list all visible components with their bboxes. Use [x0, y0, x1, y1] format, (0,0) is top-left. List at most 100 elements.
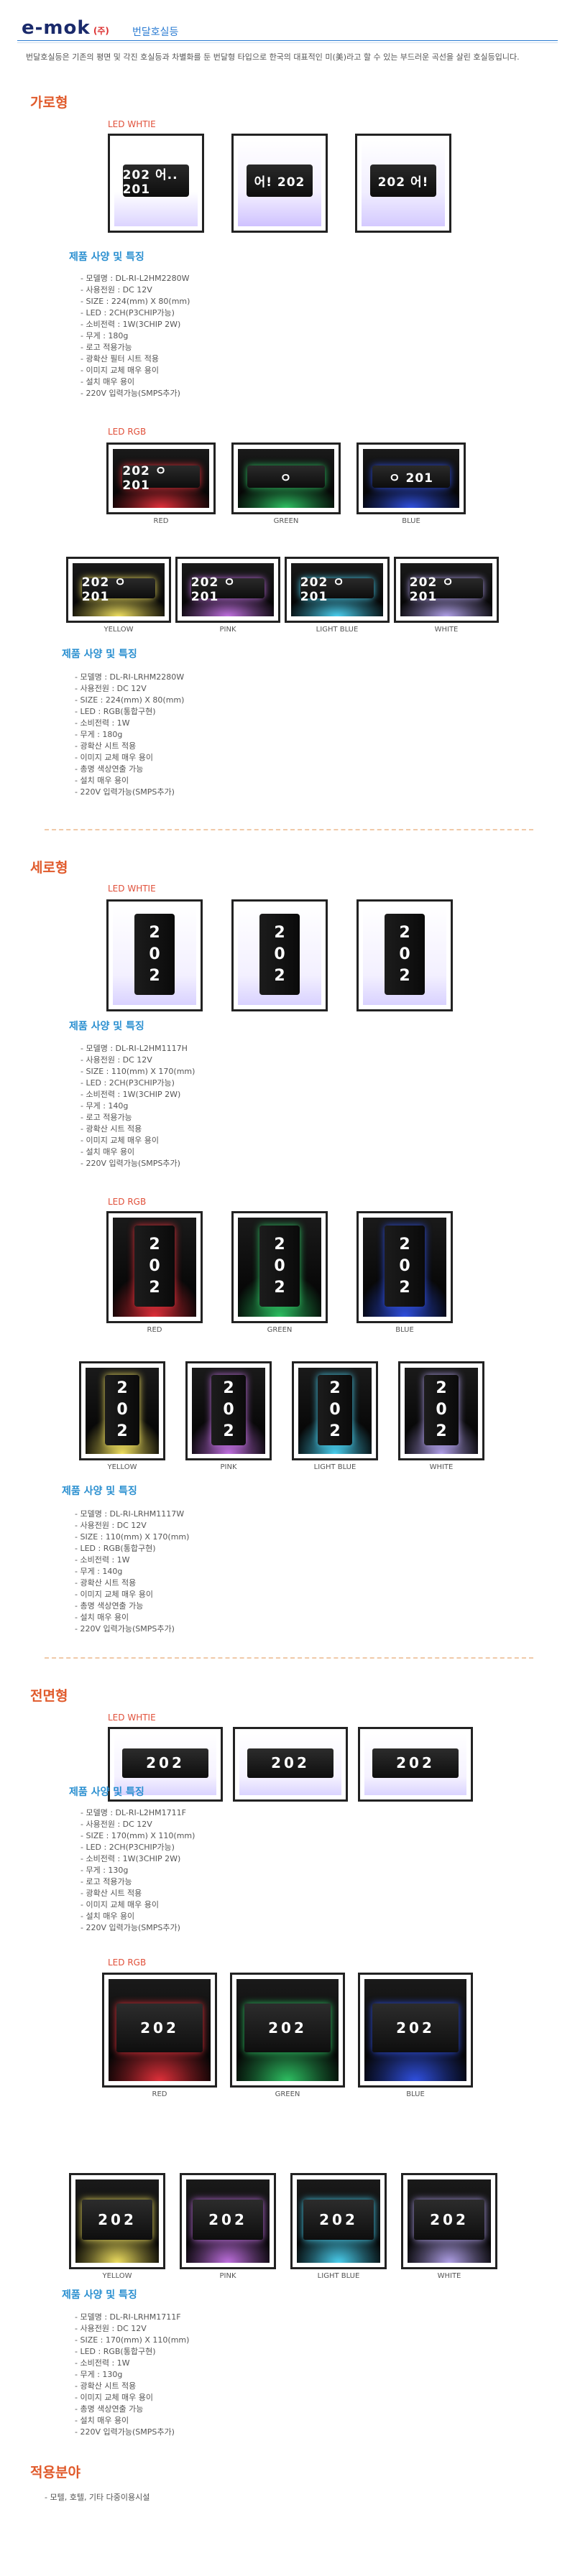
sero-rgb-top-sign-2: 202	[259, 1226, 300, 1307]
garo-white-sign-1: 202 어.. 201	[122, 164, 190, 198]
spec-title-jeonmyeon-rgb: 제품 사양 및 특징	[62, 2289, 137, 2301]
led-rgb-label-jeonmyeon: LED RGB	[108, 1958, 147, 1968]
jeonmyeon-rgb-top-photo-1: 202	[102, 1973, 217, 2088]
sero-rgb-bottom-caption-1: YELLOW	[107, 1463, 137, 1471]
sero-rgb-top-sign-3: 202	[385, 1226, 425, 1307]
sero-rgb-bottom-sign-4: 202	[423, 1374, 459, 1445]
garo-rgb-bottom-photo-1: 202 ㅇ 201	[66, 557, 171, 623]
spec-list-garo-white: - 모델명 : DL-RI-L2HM2280W - 사용전원 : DC 12V …	[80, 274, 190, 398]
sero-rgb-bottom-sign-3: 202	[317, 1374, 353, 1445]
section-divider-1	[45, 829, 533, 830]
sero-rgb-top-caption-3: BLUE	[395, 1326, 414, 1334]
jeonmyeon-white-sign-3: 202	[372, 1748, 459, 1778]
jeonmyeon-rgb-bottom-sign-1: 202	[82, 2199, 152, 2240]
garo-rgb-bottom-sign-1: 202 ㅇ 201	[81, 575, 156, 604]
garo-rgb-top-caption-2: GREEN	[273, 517, 299, 525]
jeonmyeon-rgb-bottom-caption-1: YELLOW	[102, 2272, 132, 2280]
garo-rgb-bottom-caption-4: WHITE	[434, 626, 459, 634]
led-white-label-sero: LED WHTIE	[108, 884, 156, 894]
jeonmyeon-rgb-bottom-sign-3: 202	[303, 2199, 374, 2240]
jeonmyeon-white-photo-2: 202	[233, 1727, 348, 1802]
intro-text: 번달호실등은 기존의 평면 및 각진 호실등과 차별화를 둔 번달형 타입으로 …	[26, 52, 520, 62]
garo-rgb-bottom-sign-2: 202 ㅇ 201	[190, 575, 265, 604]
header-divider	[17, 40, 558, 41]
jeonmyeon-rgb-bottom-photo-2: 202	[180, 2173, 276, 2269]
garo-rgb-bottom-sign-3: 202 ㅇ 201	[300, 575, 374, 604]
jeonmyeon-rgb-bottom-photo-1: 202	[69, 2173, 165, 2269]
jeonmyeon-white-sign-1: 202	[122, 1748, 208, 1778]
sero-white-photo-2: 202	[231, 899, 328, 1011]
section-divider-2	[45, 1657, 533, 1659]
garo-rgb-bottom-photo-3: 202 ㅇ 201	[285, 557, 390, 623]
garo-rgb-top-glow-2	[238, 484, 334, 508]
garo-rgb-top-caption-1: RED	[153, 517, 169, 525]
sero-rgb-top-photo-1: 202	[106, 1211, 203, 1323]
jeonmyeon-rgb-bottom-photo-3: 202	[290, 2173, 387, 2269]
jeonmyeon-rgb-bottom-caption-3: LIGHT BLUE	[317, 2272, 360, 2280]
led-rgb-label-sero: LED RGB	[108, 1197, 147, 1207]
garo-rgb-bottom-sign-4: 202 ㅇ 201	[409, 575, 484, 604]
sero-rgb-top-sign-1: 202	[134, 1226, 175, 1307]
garo-white-photo-3: 202 어!	[355, 134, 451, 233]
sero-rgb-bottom-photo-4: 202	[398, 1361, 484, 1460]
sero-rgb-top-photo-3: 202	[356, 1211, 453, 1323]
spec-title-sero-rgb: 제품 사양 및 특징	[62, 1486, 137, 1497]
section-title-sero: 세로형	[30, 860, 68, 876]
jeonmyeon-rgb-top-caption-2: GREEN	[275, 2090, 300, 2098]
garo-rgb-top-photo-3: ㅇ 201	[356, 443, 466, 514]
header-divider-light	[17, 42, 558, 43]
led-rgb-label-garo: LED RGB	[108, 427, 147, 437]
garo-rgb-top-sign-2: ㅇ	[247, 465, 325, 488]
garo-white-photo-1: 202 어.. 201	[108, 134, 204, 233]
jeonmyeon-rgb-top-sign-3: 202	[372, 2003, 459, 2053]
garo-white-sign-2: 어! 202	[246, 164, 313, 198]
jeonmyeon-rgb-top-sign-1: 202	[116, 2003, 203, 2053]
jeonmyeon-rgb-top-caption-1: RED	[152, 2090, 167, 2098]
jeonmyeon-rgb-top-caption-3: BLUE	[406, 2090, 425, 2098]
sero-rgb-bottom-photo-2: 202	[185, 1361, 272, 1460]
garo-rgb-top-sign-3: ㅇ 201	[372, 465, 450, 488]
jeonmyeon-rgb-top-photo-3: 202	[358, 1973, 473, 2088]
jeonmyeon-rgb-top-photo-2: 202	[230, 1973, 345, 2088]
jeonmyeon-rgb-bottom-photo-4: 202	[401, 2173, 497, 2269]
sero-rgb-bottom-photo-1: 202	[79, 1361, 165, 1460]
applications-title: 적용분야	[30, 2465, 80, 2480]
sero-rgb-bottom-caption-3: LIGHT BLUE	[313, 1463, 356, 1471]
jeonmyeon-rgb-bottom-sign-2: 202	[193, 2199, 263, 2240]
sero-white-sign-2: 202	[259, 914, 300, 996]
sero-rgb-bottom-sign-1: 202	[104, 1374, 140, 1445]
sero-white-sign-3: 202	[385, 914, 425, 996]
garo-rgb-top-sign-1: 202 ㅇ 201	[122, 464, 200, 493]
jeonmyeon-white-photo-3: 202	[358, 1727, 473, 1802]
sero-rgb-top-photo-2: 202	[231, 1211, 328, 1323]
section-title-garo: 가로형	[30, 95, 68, 111]
sero-rgb-bottom-photo-3: 202	[292, 1361, 378, 1460]
applications-text: - 모텔, 호텔, 기타 다중이용시설	[45, 2493, 150, 2502]
jeonmyeon-rgb-bottom-caption-4: WHITE	[437, 2272, 461, 2280]
garo-white-sign-3: 202 어!	[369, 164, 437, 198]
section-title-jeonmyeon: 전면형	[30, 1688, 68, 1704]
sero-white-photo-3: 202	[356, 899, 453, 1011]
spec-list-sero-rgb: - 모델명 : DL-RI-LRHM1117W - 사용전원 : DC 12V …	[75, 1509, 190, 1634]
garo-rgb-bottom-caption-3: LIGHT BLUE	[316, 626, 359, 634]
sero-rgb-bottom-sign-2: 202	[211, 1374, 247, 1445]
page-title: 번달호실등	[132, 27, 179, 38]
sero-rgb-top-caption-1: RED	[147, 1326, 162, 1334]
spec-list-sero-white: - 모델명 : DL-RI-L2HM1117H - 사용전원 : DC 12V …	[80, 1044, 196, 1168]
garo-rgb-top-photo-1: 202 ㅇ 201	[106, 443, 216, 514]
spec-title-garo-white: 제품 사양 및 특징	[69, 251, 144, 263]
led-white-label-garo: LED WHTIE	[108, 119, 156, 129]
spec-list-garo-rgb: - 모델명 : DL-RI-LRHM2280W - 사용전원 : DC 12V …	[75, 672, 185, 797]
garo-rgb-top-photo-2: ㅇ	[231, 443, 341, 514]
garo-rgb-bottom-photo-2: 202 ㅇ 201	[175, 557, 280, 623]
jeonmyeon-white-sign-2: 202	[247, 1748, 334, 1778]
spec-title-jeonmyeon-white: 제품 사양 및 특징	[69, 1787, 144, 1798]
led-white-label-jeonmyeon: LED WHTIE	[108, 1713, 156, 1723]
jeonmyeon-rgb-top-sign-2: 202	[244, 2003, 331, 2053]
spec-title-sero-white: 제품 사양 및 특징	[69, 1021, 144, 1032]
spec-list-jeonmyeon-white: - 모델명 : DL-RI-L2HM1711F - 사용전원 : DC 12V …	[80, 1808, 196, 1932]
sero-rgb-top-caption-2: GREEN	[267, 1326, 293, 1334]
brand-logo[interactable]: e-mok (주)	[22, 17, 109, 39]
garo-rgb-bottom-photo-4: 202 ㅇ 201	[394, 557, 499, 623]
spec-list-jeonmyeon-rgb: - 모델명 : DL-RI-LRHM1711F - 사용전원 : DC 12V …	[75, 2312, 190, 2437]
